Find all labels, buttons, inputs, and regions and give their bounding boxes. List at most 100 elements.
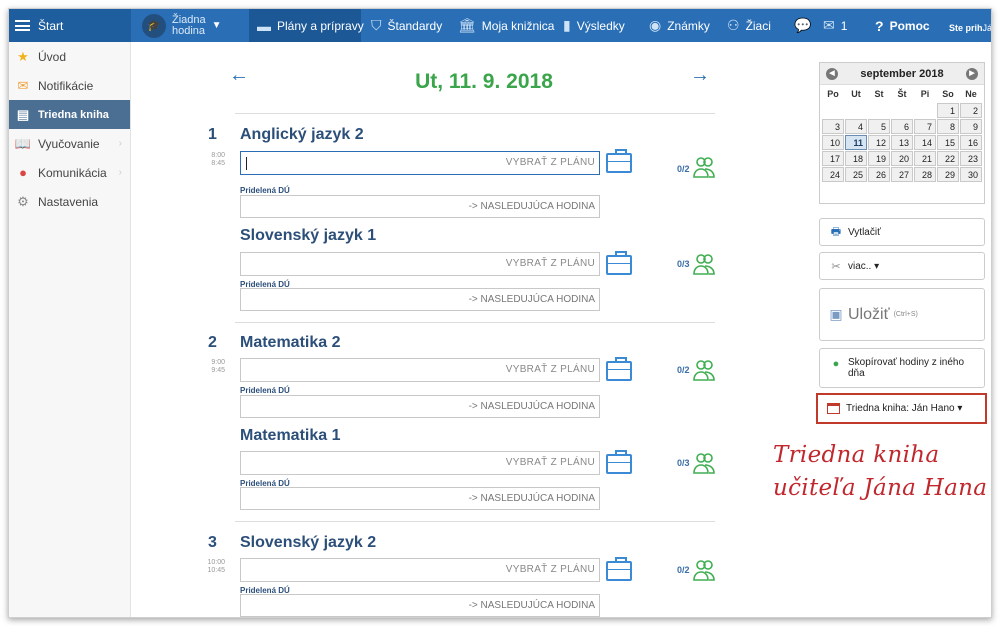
calendar-day[interactable]: 10 — [822, 135, 844, 150]
calendar-day[interactable]: 14 — [914, 135, 936, 150]
calendar-day[interactable]: 6 — [891, 119, 913, 134]
sidebar-item-label: Notifikácie — [38, 79, 93, 93]
plan-input[interactable]: VYBRAŤ Z PLÁNU — [240, 558, 600, 582]
homework-input[interactable]: -> NASLEDUJÚCA HODINA — [240, 195, 600, 218]
attendance-ratio: 0/3 — [677, 259, 690, 269]
calendar-day[interactable]: 3 — [822, 119, 844, 134]
select-from-plan-label: VYBRAŤ Z PLÁNU — [506, 157, 595, 168]
calendar-day[interactable]: 7 — [914, 119, 936, 134]
attendance-ratio: 0/2 — [677, 365, 690, 375]
plan-input[interactable]: VYBRAŤ Z PLÁNU — [240, 252, 600, 276]
calendar-day[interactable]: 30 — [960, 167, 982, 182]
calendar-prev-icon[interactable]: ◀ — [826, 68, 838, 80]
calendar-weekday: Št — [891, 87, 913, 102]
nav-results[interactable]: ▮ Výsledky — [563, 9, 625, 42]
students-outline-icon[interactable] — [692, 452, 716, 474]
user-status: Ste prih — [949, 23, 983, 34]
calendar-day[interactable]: 22 — [937, 151, 959, 166]
sidebar-item-class-book[interactable]: ▤ Triedna kniha — [9, 100, 130, 129]
calendar-day[interactable]: 1 — [937, 103, 959, 118]
divider — [235, 322, 715, 323]
copy-lessons-label: Skopírovať hodiny z inéhodňa — [848, 357, 964, 379]
nav-chat[interactable]: 💬 — [794, 9, 817, 42]
homework-input[interactable]: -> NASLEDUJÚCA HODINA — [240, 395, 600, 418]
sidebar-item-settings[interactable]: ⚙ Nastavenia — [9, 187, 130, 216]
calendar-header: ◀ september 2018 ▶ — [820, 63, 984, 85]
copy-label-line2: dňa — [848, 368, 865, 379]
calendar-day[interactable]: 11 — [845, 135, 867, 150]
sidebar-item-intro[interactable]: ★ Úvod — [9, 42, 130, 71]
calendar-day[interactable]: 4 — [845, 119, 867, 134]
calendar-day[interactable]: 26 — [868, 167, 890, 182]
floppy-disk-icon: ▣ — [829, 308, 843, 322]
calendar-day[interactable]: 19 — [868, 151, 890, 166]
calendar-day[interactable]: 16 — [960, 135, 982, 150]
briefcase-icon[interactable] — [606, 153, 632, 173]
nav-students[interactable]: ⚇ Žiaci — [727, 9, 771, 42]
divider — [235, 113, 715, 114]
calendar-day[interactable]: 2 — [960, 103, 982, 118]
briefcase-icon[interactable] — [606, 454, 632, 474]
homework-input[interactable]: -> NASLEDUJÚCA HODINA — [240, 594, 600, 617]
calendar-day[interactable]: 8 — [937, 119, 959, 134]
attendance-ratio: 0/2 — [677, 164, 690, 174]
calendar-day[interactable]: 15 — [937, 135, 959, 150]
calendar-icon — [827, 403, 840, 414]
calendar-next-icon[interactable]: ▶ — [966, 68, 978, 80]
save-button[interactable]: ▣ Uložiť (Ctrl+S) — [819, 288, 985, 341]
homework-input[interactable]: -> NASLEDUJÚCA HODINA — [240, 487, 600, 510]
more-label: viac.. ▾ — [848, 261, 879, 272]
start-menu-button[interactable]: Štart — [9, 9, 131, 42]
annotation-line1: Triedna kniha — [773, 439, 992, 472]
students-outline-icon[interactable] — [692, 156, 716, 178]
briefcase-icon[interactable] — [606, 255, 632, 275]
briefcase-icon[interactable] — [606, 561, 632, 581]
calendar-day[interactable]: 25 — [845, 167, 867, 182]
nav-messages[interactable]: ✉ 1 — [823, 9, 847, 42]
calendar-day[interactable]: 21 — [914, 151, 936, 166]
calendar-day[interactable]: 28 — [914, 167, 936, 182]
previous-day-arrow[interactable]: ← — [229, 64, 249, 87]
calendar-day[interactable]: 17 — [822, 151, 844, 166]
students-outline-icon[interactable] — [692, 359, 716, 381]
lesson-hour-selector[interactable]: 🎓 Žiadna hodina ▼ — [142, 9, 222, 42]
user-menu[interactable]: Ste prih Ján Ha — [949, 9, 992, 42]
calendar-month-label: september 2018 — [860, 68, 943, 80]
students-outline-icon[interactable] — [692, 253, 716, 275]
plan-input[interactable]: VYBRAŤ Z PLÁNU — [240, 151, 600, 175]
plan-input[interactable]: VYBRAŤ Z PLÁNU — [240, 358, 600, 382]
calendar-day[interactable]: 9 — [960, 119, 982, 134]
plan-input[interactable]: VYBRAŤ Z PLÁNU — [240, 451, 600, 475]
students-outline-icon[interactable] — [692, 559, 716, 581]
calendar-day[interactable]: 20 — [891, 151, 913, 166]
nav-standards[interactable]: ⛉ Štandardy — [371, 9, 442, 42]
calendar-day[interactable]: 29 — [937, 167, 959, 182]
nav-plans[interactable]: ▬ Plány a prípravy — [249, 9, 361, 42]
homework-input[interactable]: -> NASLEDUJÚCA HODINA — [240, 288, 600, 311]
sidebar-item-label: Triedna kniha — [38, 109, 109, 121]
more-button[interactable]: ✂ viac.. ▾ — [819, 252, 985, 280]
sidebar-item-notifications[interactable]: ✉ Notifikácie — [9, 71, 130, 100]
lesson-number: 3 — [208, 534, 217, 552]
sidebar-item-communication[interactable]: ● Komunikácia › — [9, 158, 130, 187]
month-calendar: ◀ september 2018 ▶ PoUtStŠtPiSoNe1234567… — [819, 62, 985, 204]
calendar-day[interactable]: 24 — [822, 167, 844, 182]
copy-lessons-button[interactable]: ● Skopírovať hodiny z inéhodňa — [819, 348, 985, 388]
calendar-weekday: Ut — [845, 87, 867, 102]
calendar-day[interactable]: 5 — [868, 119, 890, 134]
nav-library[interactable]: 🏛 Moja knižnica — [458, 9, 554, 42]
tools-icon: ✂ — [829, 259, 843, 273]
calendar-day[interactable]: 23 — [960, 151, 982, 166]
calendar-day[interactable]: 13 — [891, 135, 913, 150]
next-day-arrow[interactable]: → — [690, 64, 710, 87]
calendar-day[interactable]: 12 — [868, 135, 890, 150]
briefcase-icon[interactable] — [606, 361, 632, 381]
print-button[interactable]: 🖶 Vytlačiť — [819, 218, 985, 246]
sidebar-item-teaching[interactable]: 📖 Vyučovanie › — [9, 129, 130, 158]
nav-help[interactable]: ? Pomoc — [875, 9, 930, 42]
class-book-dropdown[interactable]: Triedna kniha: Ján Hano ▾ — [816, 393, 987, 424]
next-lesson-link: -> NASLEDUJÚCA HODINA — [469, 294, 595, 305]
calendar-day[interactable]: 27 — [891, 167, 913, 182]
nav-grades[interactable]: ◉ Známky — [649, 9, 710, 42]
calendar-day[interactable]: 18 — [845, 151, 867, 166]
